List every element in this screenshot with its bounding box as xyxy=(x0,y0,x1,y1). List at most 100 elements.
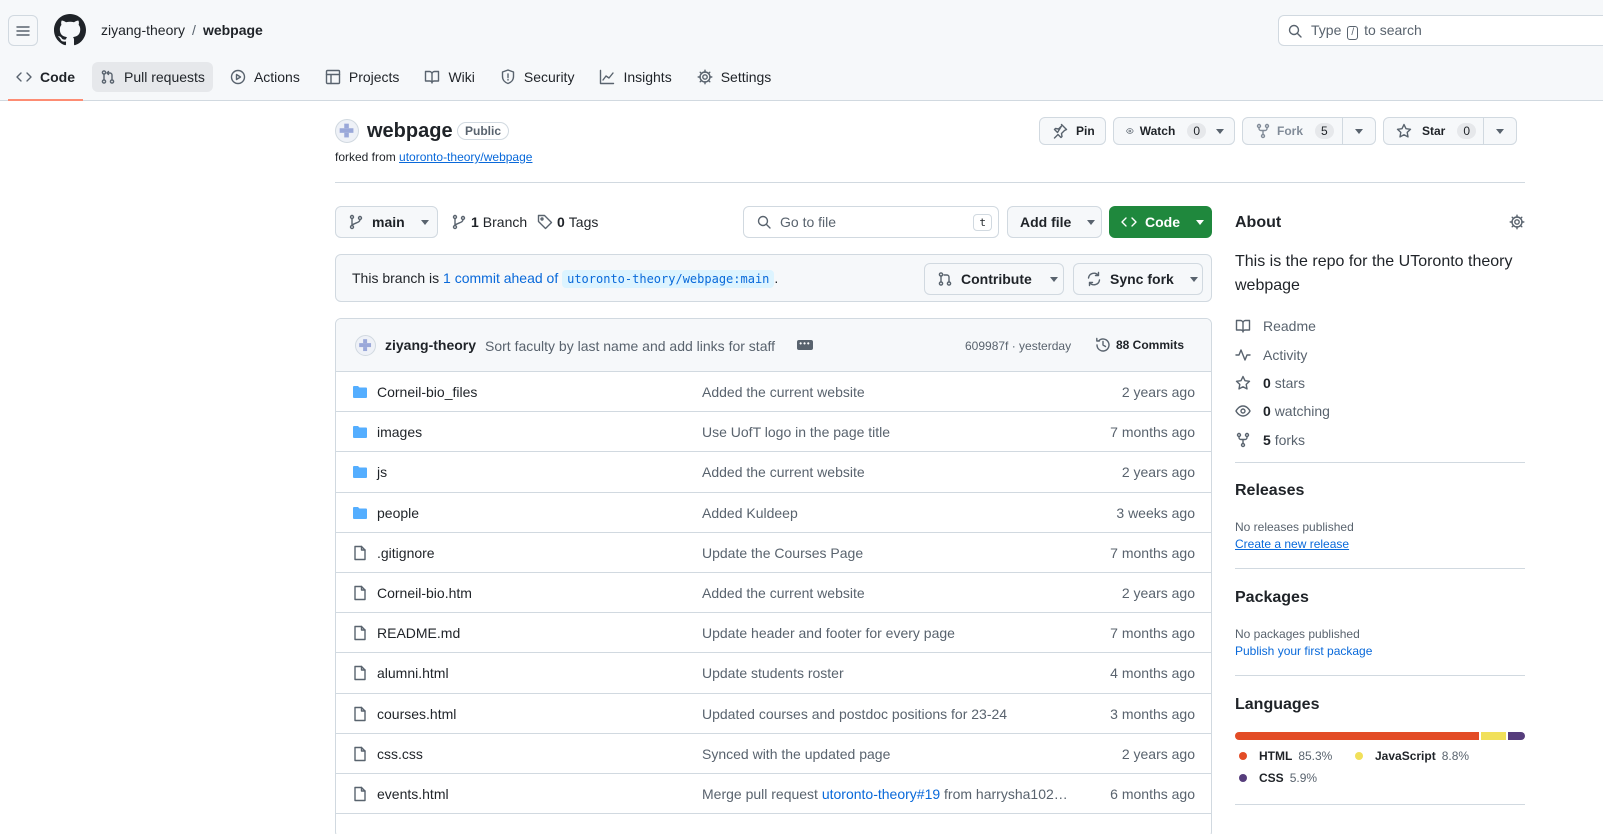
commits-ahead-link[interactable]: 1 commit ahead of xyxy=(443,270,558,286)
file-commit-message[interactable]: Added the current website xyxy=(702,384,865,400)
create-release-link[interactable]: Create a new release xyxy=(1235,537,1349,551)
file-name[interactable]: css.css xyxy=(377,746,423,762)
language-html[interactable]: HTML 85.3% xyxy=(1239,749,1332,763)
tab-projects[interactable]: Projects xyxy=(317,62,408,92)
file-name[interactable]: Corneil-bio_files xyxy=(377,384,477,400)
breadcrumb-separator: / xyxy=(192,22,196,38)
owner-link[interactable]: ziyang-theory xyxy=(101,22,185,38)
file-age[interactable]: 4 months ago xyxy=(1110,665,1195,681)
file-commit-message[interactable]: Update the Courses Page xyxy=(702,545,863,561)
file-row[interactable]: alumni.html Update students roster 4 month… xyxy=(336,653,1211,694)
file-name[interactable]: images xyxy=(377,424,422,440)
file-age[interactable]: 2 years ago xyxy=(1122,585,1195,601)
file-row[interactable]: events.html Merge pull request utoronto-t… xyxy=(336,774,1211,815)
file-commit-message[interactable]: Update header and footer for every page xyxy=(702,625,955,641)
file-row[interactable]: js Added the current website 2 years ago xyxy=(336,452,1211,493)
file-age[interactable]: 3 months ago xyxy=(1110,706,1195,722)
gear-icon[interactable] xyxy=(1509,214,1525,230)
publish-package-link[interactable]: Publish your first package xyxy=(1235,644,1372,658)
file-commit-message[interactable]: Updated courses and postdoc positions fo… xyxy=(702,706,1007,722)
commit-message[interactable]: Sort faculty by last name and add links … xyxy=(485,338,775,354)
go-to-file-input[interactable]: Go to file t xyxy=(743,206,999,238)
file-commit-message[interactable]: Update students roster xyxy=(702,665,844,681)
file-commit-message[interactable]: Added the current website xyxy=(702,464,865,480)
language-css[interactable]: CSS 5.9% xyxy=(1239,771,1317,785)
tab-settings[interactable]: Settings xyxy=(689,62,780,92)
file-row[interactable]: people Added Kuldeep 3 weeks ago xyxy=(336,493,1211,533)
readme-link[interactable]: Readme xyxy=(1235,312,1330,340)
language-javascript[interactable]: JavaScript 8.8% xyxy=(1355,749,1469,763)
stars-link[interactable]: 0 stars xyxy=(1235,369,1330,397)
menu-button[interactable] xyxy=(8,15,38,46)
fork-button[interactable]: Fork 5 xyxy=(1242,117,1376,145)
branch-selector[interactable]: main xyxy=(335,206,438,238)
code-button[interactable]: Code xyxy=(1109,206,1212,238)
github-logo-icon[interactable] xyxy=(54,14,86,46)
tab-insights[interactable]: Insights xyxy=(591,62,679,92)
forks-link[interactable]: 5 forks xyxy=(1235,426,1330,454)
repo-title[interactable]: webpage xyxy=(367,120,453,143)
file-commit-message[interactable]: Use UofT logo in the page title xyxy=(702,424,890,440)
tab-security[interactable]: Security xyxy=(492,62,583,92)
file-age[interactable]: 7 months ago xyxy=(1110,545,1195,561)
file-age[interactable]: 7 months ago xyxy=(1110,625,1195,641)
star-dropdown[interactable] xyxy=(1482,118,1516,144)
file-name[interactable]: js xyxy=(377,464,387,480)
file-row[interactable]: .gitignore Update the Courses Page 7 month… xyxy=(336,533,1211,573)
file-age[interactable]: 6 months ago xyxy=(1110,786,1195,802)
activity-link[interactable]: Activity xyxy=(1235,340,1330,368)
file-name[interactable]: alumni.html xyxy=(377,665,449,681)
file-row[interactable]: courses.html Updated courses and postdoc … xyxy=(336,694,1211,734)
tab-code[interactable]: Code xyxy=(8,62,83,101)
author-avatar[interactable] xyxy=(355,335,376,356)
file-row[interactable]: images Use UofT logo in the page title 7 m… xyxy=(336,412,1211,453)
upstream-ref[interactable]: utoronto-theory/webpage:main xyxy=(562,270,775,288)
tab-pull-requests[interactable]: Pull requests xyxy=(92,62,213,92)
file-age[interactable]: 2 years ago xyxy=(1122,746,1195,762)
repo-owner-avatar[interactable] xyxy=(335,119,359,143)
search-input[interactable]: Type / to search xyxy=(1278,15,1603,46)
add-file-button[interactable]: Add file xyxy=(1007,206,1102,238)
tags-link[interactable]: 0 Tags xyxy=(537,214,598,230)
file-commit-message[interactable]: Merge pull request utoronto-theory#19 fr… xyxy=(702,786,1068,802)
file-name[interactable]: Corneil-bio.htm xyxy=(377,585,472,601)
releases-heading[interactable]: Releases xyxy=(1235,482,1304,500)
file-name[interactable]: events.html xyxy=(377,786,449,802)
file-row[interactable]: Corneil-bio_files Added the current websi… xyxy=(336,372,1211,413)
file-commit-message[interactable]: Added the current website xyxy=(702,585,865,601)
commits-link[interactable]: 88 Commits xyxy=(1095,337,1184,353)
file-row[interactable]: Corneil-bio.htm Added the current website… xyxy=(336,573,1211,614)
watch-button[interactable]: Watch 0 xyxy=(1113,117,1235,145)
file-age[interactable]: 7 months ago xyxy=(1110,424,1195,440)
repo-link[interactable]: webpage xyxy=(203,22,263,38)
pin-icon xyxy=(1053,123,1068,139)
commit-author[interactable]: ziyang-theory xyxy=(385,337,476,353)
file-age[interactable]: 2 years ago xyxy=(1122,384,1195,400)
file-name[interactable]: people xyxy=(377,505,419,521)
pin-button[interactable]: Pin xyxy=(1039,117,1106,145)
pull-request-icon xyxy=(938,272,952,286)
contribute-button[interactable]: Contribute xyxy=(924,263,1064,295)
file-row[interactable]: css.css Synced with the updated page 2 yea… xyxy=(336,734,1211,774)
fork-dropdown[interactable] xyxy=(1341,118,1375,144)
forked-from-link[interactable]: utoronto-theory/webpage xyxy=(399,150,532,164)
file-commit-message[interactable]: Synced with the updated page xyxy=(702,746,890,762)
file-name[interactable]: .gitignore xyxy=(377,545,435,561)
file-age[interactable]: 3 weeks ago xyxy=(1116,505,1195,521)
sync-fork-button[interactable]: Sync fork xyxy=(1073,263,1203,295)
tab-wiki[interactable]: Wiki xyxy=(416,62,482,92)
file-age[interactable]: 2 years ago xyxy=(1122,464,1195,480)
commit-sha-time[interactable]: 609987f · yesterday xyxy=(965,339,1071,353)
packages-heading[interactable]: Packages xyxy=(1235,589,1309,607)
tab-actions[interactable]: Actions xyxy=(222,62,308,92)
file-name[interactable]: README.md xyxy=(377,625,460,641)
watch-dropdown[interactable] xyxy=(1206,128,1234,134)
ellipsis-icon[interactable]: ••• xyxy=(797,340,813,350)
watching-link[interactable]: 0 watching xyxy=(1235,397,1330,425)
star-button[interactable]: Star 0 xyxy=(1383,117,1517,145)
file-name[interactable]: courses.html xyxy=(377,706,456,722)
file-commit-message[interactable]: Added Kuldeep xyxy=(702,505,798,521)
branches-link[interactable]: 1 Branch xyxy=(451,214,527,230)
file-row[interactable]: README.md Update header and footer for ev… xyxy=(336,613,1211,654)
pull-request-link[interactable]: utoronto-theory#19 xyxy=(822,786,940,802)
